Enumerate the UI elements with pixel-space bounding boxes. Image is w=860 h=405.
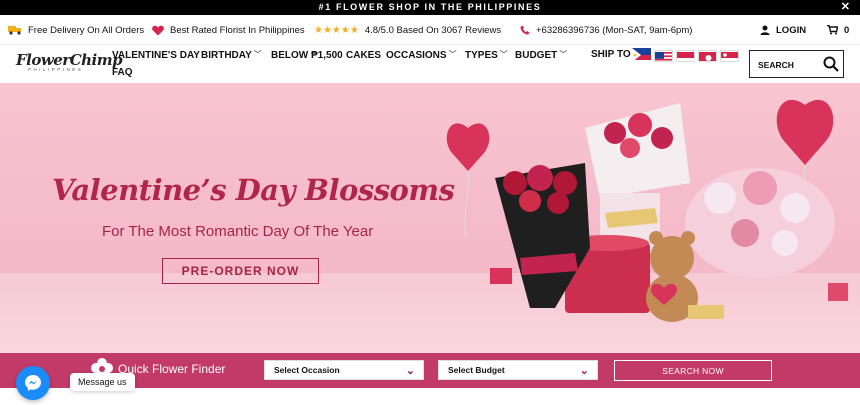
chevron-down-icon: ⌄ [405, 365, 415, 377]
bouquet-lilies-icon [685, 168, 835, 278]
pre-order-button[interactable]: PRE-ORDER NOW [162, 258, 319, 284]
malaysia-flag-icon[interactable] [654, 50, 673, 62]
search-now-button[interactable]: SEARCH NOW [614, 360, 772, 381]
messenger-button[interactable] [16, 366, 50, 400]
nav-cakes-label: CAKES [346, 50, 382, 61]
rating-text: 4.8/5.0 Based On 3067 Reviews [364, 24, 502, 36]
message-us-label[interactable]: Message us [70, 373, 135, 391]
nav-below[interactable]: BELOW ₱1,500 [271, 48, 343, 64]
main-nav: FlowerChimp PHILIPPINES VALENTINE'S DAY … [0, 45, 860, 83]
hero-subtitle: For The Most Romantic Day Of The Year [102, 223, 374, 240]
bouquet-white-icon [585, 103, 690, 253]
announcement-bar: #1 FLOWER SHOP IN THE PHILIPPINES ✕ [0, 0, 860, 15]
florist-text: Best Rated Florist In Philippines [170, 24, 305, 36]
indonesia-flag-icon[interactable] [676, 50, 695, 62]
phone-icon [520, 25, 530, 35]
user-icon [760, 25, 770, 35]
chevron-down-icon: ﹀ [253, 50, 262, 59]
announcement-text: #1 FLOWER SHOP IN THE PHILIPPINES [318, 2, 542, 12]
login-label: LOGIN [776, 24, 807, 36]
truck-icon [8, 26, 21, 35]
nav-types[interactable]: TYPES ﹀ [465, 48, 508, 64]
nav-birthday-label: BIRTHDAY [201, 50, 252, 61]
search-placeholder: SEARCH [758, 60, 794, 70]
small-gift-icon [828, 283, 848, 301]
free-delivery-text: Free Delivery On All Orders [28, 24, 145, 36]
nav-faq[interactable]: FAQ [112, 65, 133, 81]
hero-title: Valentine’s Day Blossoms [52, 173, 455, 207]
hero-banner[interactable]: Valentine’s Day Blossoms For The Most Ro… [0, 83, 860, 353]
chevron-down-icon: ﹀ [559, 50, 568, 59]
login-link[interactable]: LOGIN [760, 15, 806, 45]
rating-stars-icon: ★★★★★ [314, 24, 359, 36]
info-bar: Free Delivery On All Orders Best Rated F… [0, 15, 860, 45]
site-logo[interactable]: FlowerChimp PHILIPPINES [16, 51, 123, 79]
chevron-down-icon: ﹀ [499, 50, 508, 59]
search-input[interactable]: SEARCH [749, 50, 844, 78]
phone-info[interactable]: +63286396736 (Mon-SAT, 9am-6pm) [520, 15, 692, 45]
nav-valentines-label: VALENTINE'S DAY [112, 50, 200, 61]
phone-text: +63286396736 (Mon-SAT, 9am-6pm) [536, 24, 693, 36]
close-icon[interactable]: ✕ [841, 0, 850, 15]
singapore-flag-icon[interactable] [720, 50, 739, 62]
nav-types-label: TYPES [465, 50, 498, 61]
chevron-down-icon: ﹀ [448, 50, 457, 59]
free-delivery-info: Free Delivery On All Orders [8, 15, 144, 45]
nav-birthday[interactable]: BIRTHDAY ﹀ [201, 48, 262, 64]
nav-occasions[interactable]: OCCASIONS ﹀ [386, 48, 457, 64]
budget-select[interactable]: Select Budget ⌄ [438, 360, 598, 380]
nav-budget-label: BUDGET [515, 50, 558, 61]
chevron-down-icon: ⌄ [579, 365, 589, 377]
philippines-flag-icon[interactable] [632, 48, 651, 60]
messenger-icon [25, 375, 41, 391]
cart-link[interactable]: 0 [827, 15, 849, 45]
occasion-select-value: Select Occasion [274, 365, 340, 375]
small-gift-icon [490, 268, 512, 284]
nav-budget[interactable]: BUDGET ﹀ [515, 48, 567, 64]
nav-valentines[interactable]: VALENTINE'S DAY [112, 48, 200, 64]
nav-faq-label: FAQ [112, 67, 133, 78]
hongkong-flag-icon[interactable] [698, 50, 717, 62]
nav-cakes[interactable]: CAKES [346, 48, 381, 64]
hero-illustration [446, 99, 848, 322]
cart-icon [827, 25, 838, 35]
nav-below-label: BELOW ₱1,500 [271, 50, 343, 61]
florist-info: Best Rated Florist In Philippines [152, 15, 305, 45]
budget-select-value: Select Budget [448, 365, 505, 375]
occasion-select[interactable]: Select Occasion ⌄ [264, 360, 424, 380]
rating-info: ★★★★★ 4.8/5.0 Based On 3067 Reviews [314, 15, 501, 45]
chocolate-box-icon [688, 305, 724, 319]
heart-icon [152, 25, 164, 35]
ship-to-label: SHIP TO [591, 49, 631, 60]
search-icon[interactable] [823, 56, 839, 72]
nav-occasions-label: OCCASIONS [386, 50, 447, 61]
cart-count: 0 [844, 24, 850, 36]
